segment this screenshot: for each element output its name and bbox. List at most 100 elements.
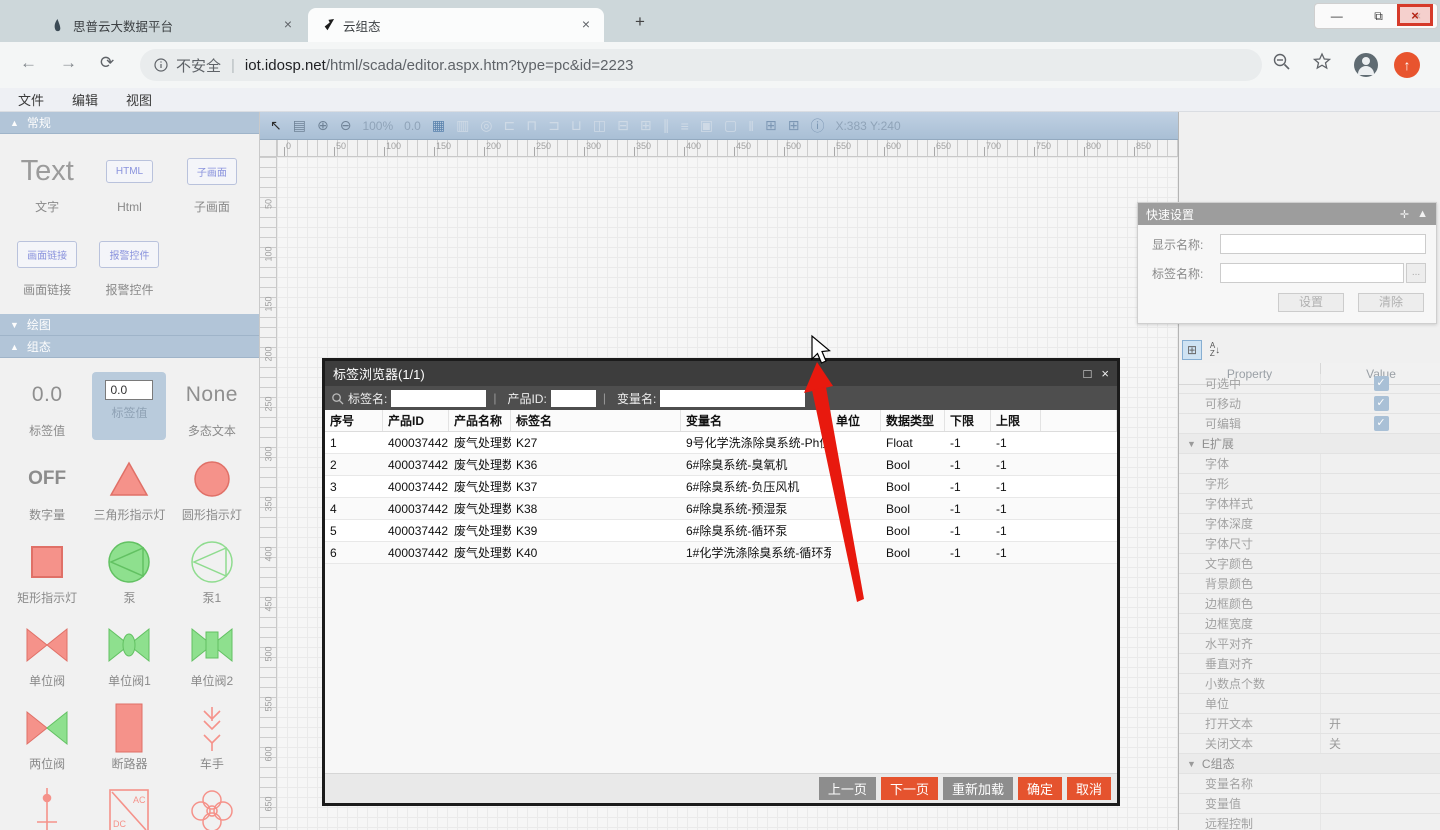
reload-icon[interactable]: ⟳ <box>100 53 114 73</box>
browser-tab-1[interactable]: 思普云大数据平台 × <box>38 8 306 42</box>
table-row[interactable]: 3400037442废气处理数据采K376#除臭系统-负压风机Bool-1-1 <box>325 476 1117 498</box>
info-icon[interactable]: ⓘ <box>810 116 824 136</box>
palette-item-报警控件[interactable]: 报警控件报警控件 <box>88 231 170 298</box>
dialog-maximize-icon[interactable]: □ <box>1084 366 1092 381</box>
browser-update-icon[interactable]: ↑ <box>1394 52 1420 78</box>
quick-settings-button-清除[interactable]: 清除 <box>1358 293 1424 312</box>
property-row-字体样式[interactable]: 字体样式 <box>1179 494 1440 514</box>
group-collapse-icon[interactable]: ▼ <box>1187 759 1196 769</box>
tab-close-icon[interactable]: × <box>280 17 296 33</box>
window-minimize-button[interactable]: — <box>1331 9 1343 23</box>
menu-item-视图[interactable]: 视图 <box>126 90 152 109</box>
palette-item-逆变器[interactable]: ACDC逆变器 <box>88 788 170 830</box>
property-row-水平对齐[interactable]: 水平对齐 <box>1179 634 1440 654</box>
property-row-字体深度[interactable]: 字体深度 <box>1179 514 1440 534</box>
property-row-边框宽度[interactable]: 边框宽度 <box>1179 614 1440 634</box>
quick-settings-button-设置[interactable]: 设置 <box>1278 293 1344 312</box>
preview-mobile-icon[interactable]: ⊞ <box>788 117 800 134</box>
save-icon[interactable]: ▤ <box>293 117 306 134</box>
zoom-in-icon[interactable]: ⊕ <box>317 117 329 134</box>
section-header-绘图[interactable]: ▼绘图 <box>0 314 259 336</box>
preview-pc-icon[interactable]: ⊞ <box>765 117 777 134</box>
new-tab-button[interactable]: + <box>628 12 652 32</box>
dialog-button-重新加载[interactable]: 重新加载 <box>943 777 1013 800</box>
property-checkbox[interactable]: ✓ <box>1374 396 1389 411</box>
property-row-打开文本[interactable]: 打开文本开 <box>1179 714 1440 734</box>
info-icon[interactable] <box>154 58 168 72</box>
selected-palette-item[interactable]: 0.0标签值 <box>92 372 166 440</box>
property-row-变量值[interactable]: 变量值 <box>1179 794 1440 814</box>
property-row-字形[interactable]: 字形 <box>1179 474 1440 494</box>
dialog-search-input[interactable] <box>551 390 596 407</box>
property-row-文字颜色[interactable]: 文字颜色 <box>1179 554 1440 574</box>
dialog-button-确定[interactable]: 确定 <box>1018 777 1062 800</box>
property-row-字体尺寸[interactable]: 字体尺寸 <box>1179 534 1440 554</box>
forward-icon[interactable]: → <box>60 53 77 73</box>
section-header-组态[interactable]: ▲组态 <box>0 336 259 358</box>
palette-item-单位阀1[interactable]: 单位阀1 <box>88 622 170 689</box>
move-panel-icon[interactable]: ✛ <box>1400 208 1409 221</box>
dialog-button-取消[interactable]: 取消 <box>1067 777 1111 800</box>
property-row-可编辑[interactable]: 可编辑✓ <box>1179 414 1440 434</box>
property-row-单位[interactable]: 单位 <box>1179 694 1440 714</box>
back-icon[interactable]: ← <box>20 53 37 73</box>
group-collapse-icon[interactable]: ▼ <box>1187 439 1196 449</box>
palette-item-泵1[interactable]: 泵1 <box>171 539 253 606</box>
property-row-关闭文本[interactable]: 关闭文本关 <box>1179 734 1440 754</box>
palette-item-子画面[interactable]: 子画面子画面 <box>171 148 253 215</box>
categorize-icon[interactable]: ⊞ <box>1182 340 1202 360</box>
property-row-C组态[interactable]: ▼C组态 <box>1179 754 1440 774</box>
property-row-可选中[interactable]: 可选中✓ <box>1179 374 1440 394</box>
zoom-out-icon[interactable]: ⊖ <box>340 117 352 134</box>
table-row[interactable]: 1400037442废气处理数据采K279号化学洗涤除臭系统-Ph值Float-… <box>325 432 1117 454</box>
table-row[interactable]: 5400037442废气处理数据采K396#除臭系统-循环泵Bool-1-1 <box>325 520 1117 542</box>
grid-toggle-icon[interactable]: ▦ <box>432 117 445 134</box>
table-row[interactable]: 6400037442废气处理数据采K401#化学洗涤除臭系统-循环泵Bool-1… <box>325 542 1117 564</box>
address-bar[interactable]: 不安全 | iot.idosp.net/html/scada/editor.as… <box>140 49 1262 81</box>
palette-item-单位阀[interactable]: 单位阀 <box>6 622 88 689</box>
table-row[interactable]: 4400037442废气处理数据采K386#除臭系统-预湿泵Bool-1-1 <box>325 498 1117 520</box>
property-row-边框颜色[interactable]: 边框颜色 <box>1179 594 1440 614</box>
property-row-E扩展[interactable]: ▼E扩展 <box>1179 434 1440 454</box>
collapse-panel-icon[interactable]: ▲ <box>1417 208 1428 220</box>
palette-item-数字量[interactable]: OFF数字量 <box>6 456 88 523</box>
section-header-常规[interactable]: ▲常规 <box>0 112 259 134</box>
property-row-字体[interactable]: 字体 <box>1179 454 1440 474</box>
palette-item-标签值[interactable]: 0.0标签值 <box>88 372 170 440</box>
quick-settings-input[interactable] <box>1220 234 1426 254</box>
quick-settings-input[interactable] <box>1220 263 1404 283</box>
property-checkbox[interactable]: ✓ <box>1374 376 1389 391</box>
palette-item-文字[interactable]: Text文字 <box>6 148 88 215</box>
zoom-out-page-icon[interactable] <box>1272 52 1292 77</box>
palette-item-画面链接[interactable]: 画面链接画面链接 <box>6 231 88 298</box>
menu-item-文件[interactable]: 文件 <box>18 90 44 109</box>
bookmark-star-icon[interactable] <box>1312 52 1332 77</box>
window-restore-button[interactable]: ⧉ <box>1374 9 1383 24</box>
dialog-search-input[interactable] <box>660 390 805 407</box>
property-row-远程控制[interactable]: 远程控制 <box>1179 814 1440 830</box>
palette-item-矩形指示灯[interactable]: 矩形指示灯 <box>6 539 88 606</box>
more-options-button[interactable]: ... <box>1406 263 1426 283</box>
palette-item-三角形指示灯[interactable]: 三角形指示灯 <box>88 456 170 523</box>
dialog-close-icon[interactable]: × <box>1101 366 1109 381</box>
property-row-背景颜色[interactable]: 背景颜色 <box>1179 574 1440 594</box>
table-row[interactable]: 2400037442废气处理数据采K366#除臭系统-臭氧机Bool-1-1 <box>325 454 1117 476</box>
palette-item-RT[interactable]: RT <box>171 788 253 830</box>
palette-item-Html[interactable]: HTMLHtml <box>88 148 170 215</box>
dialog-search-input[interactable] <box>391 390 486 407</box>
property-row-可移动[interactable]: 可移动✓ <box>1179 394 1440 414</box>
select-cursor-icon[interactable]: ↖ <box>270 117 282 134</box>
property-row-小数点个数[interactable]: 小数点个数 <box>1179 674 1440 694</box>
palette-item-标签值[interactable]: 0.0标签值 <box>6 372 88 440</box>
menu-item-编辑[interactable]: 编辑 <box>72 90 98 109</box>
palette-item-多态文本[interactable]: None多态文本 <box>171 372 253 440</box>
palette-item-单位阀2[interactable]: 单位阀2 <box>171 622 253 689</box>
property-checkbox[interactable]: ✓ <box>1374 416 1389 431</box>
profile-avatar[interactable] <box>1354 53 1378 77</box>
dialog-button-下一页[interactable]: 下一页 <box>881 777 938 800</box>
dialog-button-上一页[interactable]: 上一页 <box>819 777 876 800</box>
palette-item-两位阀[interactable]: 两位阀 <box>6 705 88 772</box>
browser-tab-2[interactable]: 云组态 × <box>308 8 604 42</box>
palette-item-圆形指示灯[interactable]: 圆形指示灯 <box>171 456 253 523</box>
palette-item-刀闸[interactable]: 刀闸 <box>6 788 88 830</box>
